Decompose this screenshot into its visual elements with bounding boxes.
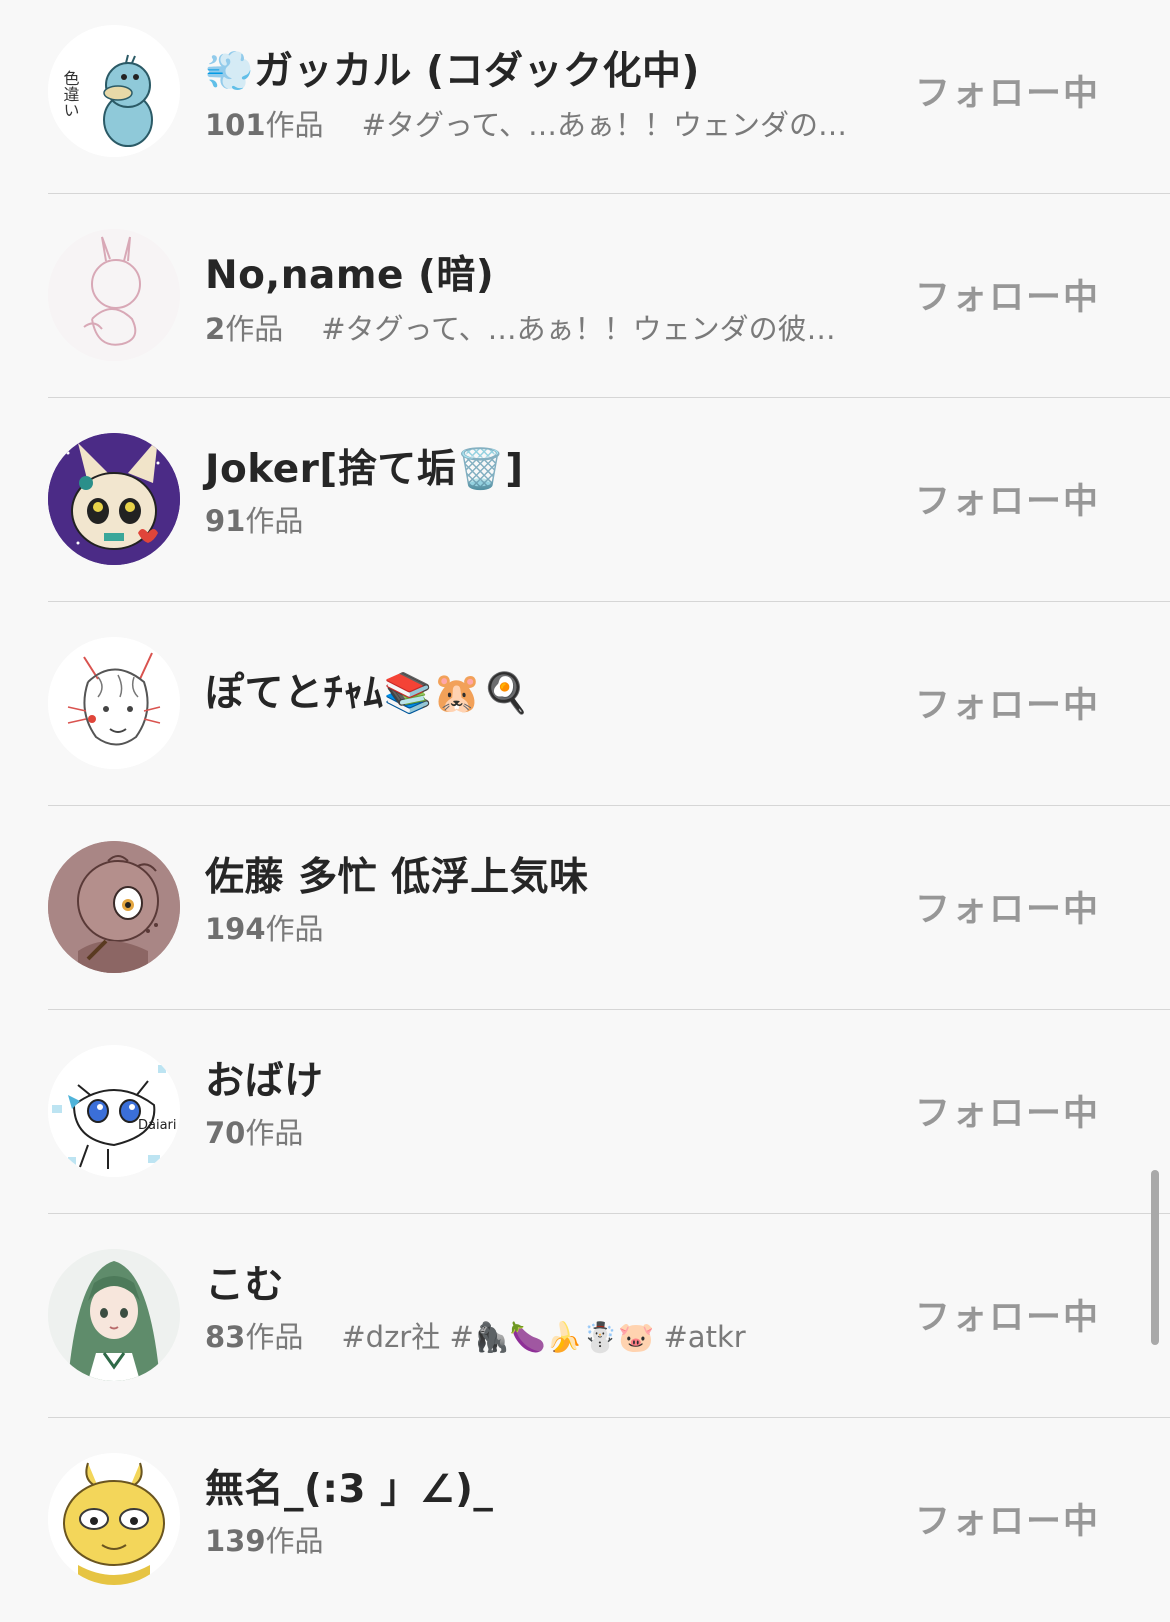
following-button[interactable]: フォロー中 [880,264,1110,324]
following-button[interactable]: フォロー中 [880,876,1110,936]
user-name: 無名_(:3 」∠)_ [205,1467,494,1512]
work-count: 83 [205,1320,246,1354]
blue-eyed-cat-avatar-icon[interactable]: Daiari [48,1045,180,1177]
user-meta: 91作品 [205,498,855,540]
work-count: 194 [205,912,266,946]
user-bio: #タグって、…あぁ！！ウェンダの彼氏か、 [321,312,855,346]
user-row[interactable]: ぽてとﾁｬﾑ📚🐹🍳 フォロー中 [0,602,1170,806]
user-row[interactable]: No,name (暗) 2作品 #タグって、…あぁ！！ウェンダの彼氏か、 フォロー… [0,194,1170,398]
avatar-text: 色違い [61,70,80,118]
user-row[interactable]: 無名_(:3 」∠)_ 139作品 フォロー中 [0,1418,1170,1622]
brown-creature-avatar-icon[interactable] [48,841,180,973]
user-name: こむ [205,1263,285,1308]
work-unit: 作品 [245,1116,304,1150]
user-meta: 139作品 [205,1518,855,1560]
yellow-character-avatar-icon[interactable] [48,1453,180,1585]
following-list: 色違い 💨ガッカル (コダック化中) 101作品 #タグって、…あぁ！！ウェンダの… [0,0,1170,1620]
user-meta: 83作品 #dzr社 #🦍🍆🍌☃️🐷 #atkr [205,1314,855,1356]
joker-character-avatar-icon[interactable] [48,433,180,565]
user-row[interactable]: Daiari おばけ 70作品 フォロー中 [0,1010,1170,1214]
following-button[interactable]: フォロー中 [880,60,1110,120]
user-row[interactable]: こむ 83作品 #dzr社 #🦍🍆🍌☃️🐷 #atkr フォロー中 [0,1214,1170,1418]
user-name: Joker[捨て垢🗑️] [205,447,524,492]
work-unit: 作品 [245,1320,304,1354]
user-meta: 70作品 [205,1110,855,1152]
user-bio: #タグって、…あぁ！！ウェンダの彼… [361,108,855,142]
work-count: 101 [205,108,266,142]
work-count: 70 [205,1116,246,1150]
following-button[interactable]: フォロー中 [880,468,1110,528]
avatar-text: Daiari [138,1118,177,1133]
user-bio: #dzr社 #🦍🍆🍌☃️🐷 #atkr [341,1320,746,1354]
scrollbar[interactable] [1151,1170,1159,1345]
work-unit: 作品 [265,1524,324,1558]
user-name: ぽてとﾁｬﾑ📚🐹🍳 [205,671,531,716]
user-name: 💨ガッカル (コダック化中) [205,49,700,94]
user-name: おばけ [205,1059,324,1104]
following-button[interactable]: フォロー中 [880,1284,1110,1344]
user-name: 佐藤 多忙 低浮上気味 [205,855,589,900]
cat-boy-sketch-avatar-icon[interactable] [48,637,180,769]
following-button[interactable]: フォロー中 [880,672,1110,732]
work-unit: 作品 [225,312,284,346]
work-count: 139 [205,1524,266,1558]
user-row[interactable]: Joker[捨て垢🗑️] 91作品 フォロー中 [0,398,1170,602]
sketch-bunny-avatar-icon[interactable] [48,229,180,361]
user-row[interactable]: 佐藤 多忙 低浮上気味 194作品 フォロー中 [0,806,1170,1010]
green-hair-girl-avatar-icon[interactable] [48,1249,180,1381]
user-name: No,name (暗) [205,253,495,298]
work-unit: 作品 [265,108,324,142]
user-row[interactable]: 色違い 💨ガッカル (コダック化中) 101作品 #タグって、…あぁ！！ウェンダの… [0,0,1170,194]
user-meta: 2作品 #タグって、…あぁ！！ウェンダの彼氏か、 [205,306,855,348]
user-meta: 101作品 #タグって、…あぁ！！ウェンダの彼… [205,102,855,144]
work-count: 2 [205,312,226,346]
work-unit: 作品 [265,912,324,946]
user-meta: 194作品 [205,906,855,948]
work-count: 91 [205,504,246,538]
psyduck-avatar-icon[interactable]: 色違い [48,25,180,157]
following-button[interactable]: フォロー中 [880,1080,1110,1140]
following-button[interactable]: フォロー中 [880,1488,1110,1548]
work-unit: 作品 [245,504,304,538]
